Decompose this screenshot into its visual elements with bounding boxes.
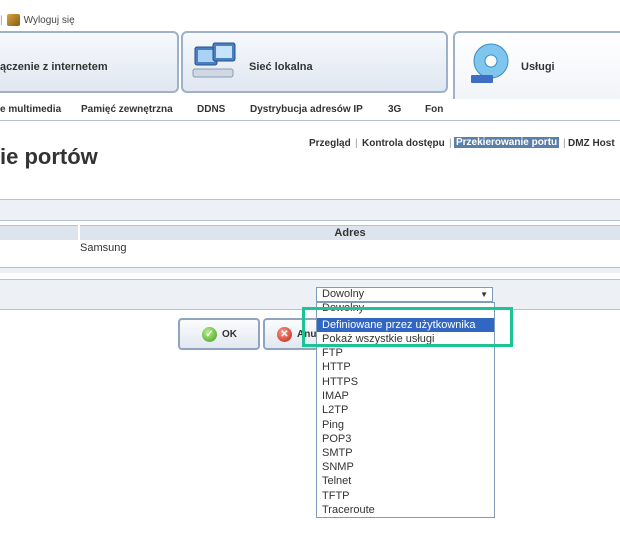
subnav-3g[interactable]: 3G: [388, 104, 401, 115]
dropdown-option[interactable]: POP3: [317, 432, 494, 446]
dropdown-option[interactable]: SNMP: [317, 460, 494, 474]
ok-button[interactable]: ✓ OK: [178, 318, 260, 350]
subnav-multimedia[interactable]: e multimedia: [0, 104, 61, 115]
divider: |: [449, 138, 452, 149]
subnav-ip-distribution[interactable]: Dystrybucja adresów IP: [250, 104, 363, 115]
subnav-external-storage[interactable]: Pamięć zewnętrzna: [81, 104, 173, 115]
check-icon: ✓: [202, 327, 217, 342]
column-header-address: Adres: [80, 225, 620, 240]
logout-link[interactable]: Wyloguj się: [24, 15, 75, 26]
dropdown-option[interactable]: FTP: [317, 346, 494, 360]
dropdown-option[interactable]: IMAP: [317, 389, 494, 403]
cd-icon: [471, 43, 509, 83]
link-port-forwarding[interactable]: Przekierowanie portu: [454, 137, 560, 148]
tab-internet-connection[interactable]: ączenie z internetem: [0, 31, 179, 93]
table-cell-address: Samsung: [80, 242, 127, 254]
highlight-annotation: [302, 307, 513, 347]
service-select-value: Dowolny: [322, 288, 365, 300]
link-access-control[interactable]: Kontrola dostępu: [362, 138, 445, 149]
chevron-down-icon[interactable]: ▼: [480, 288, 488, 301]
tab-services[interactable]: Usługi: [453, 31, 620, 99]
link-dmz-host[interactable]: DMZ Host: [568, 138, 615, 149]
monitor-icon: [192, 42, 236, 78]
top-bar: | Wyloguj się: [0, 10, 75, 30]
divider: [0, 220, 620, 221]
dropdown-option[interactable]: Traceroute: [317, 503, 494, 517]
tab-local-network-label: Sieć lokalna: [249, 61, 313, 73]
dropdown-option[interactable]: HTTP: [317, 360, 494, 374]
divider: |: [355, 138, 358, 149]
divider: |: [0, 14, 3, 26]
table-header-cell: [0, 225, 78, 240]
service-select[interactable]: Dowolny ▼: [316, 287, 493, 302]
table-footer-bar: [0, 268, 620, 273]
dropdown-option[interactable]: Ping: [317, 418, 494, 432]
table-caption-bar: [0, 200, 620, 220]
close-icon: ✕: [277, 327, 292, 342]
subnav-ddns[interactable]: DDNS: [197, 104, 225, 115]
logout-icon[interactable]: [6, 14, 20, 26]
dropdown-option[interactable]: HTTPS: [317, 375, 494, 389]
divider: [0, 120, 620, 121]
page-title: ie portów: [0, 144, 98, 169]
divider: |: [563, 138, 566, 149]
tab-services-label: Usługi: [521, 61, 555, 73]
tab-internet-connection-label: ączenie z internetem: [0, 61, 108, 73]
form-row: [0, 280, 620, 309]
tab-local-network[interactable]: Sieć lokalna: [181, 31, 448, 93]
subnav-fon[interactable]: Fon: [425, 104, 443, 115]
dropdown-option[interactable]: L2TP: [317, 403, 494, 417]
ok-button-label: OK: [222, 329, 237, 340]
link-overview[interactable]: Przegląd: [309, 138, 351, 149]
dropdown-option[interactable]: SMTP: [317, 446, 494, 460]
dropdown-option[interactable]: Telnet: [317, 474, 494, 488]
sub-navigation: e multimedia Pamięć zewnętrzna DDNS Dyst…: [0, 104, 620, 118]
dropdown-option[interactable]: TFTP: [317, 489, 494, 503]
